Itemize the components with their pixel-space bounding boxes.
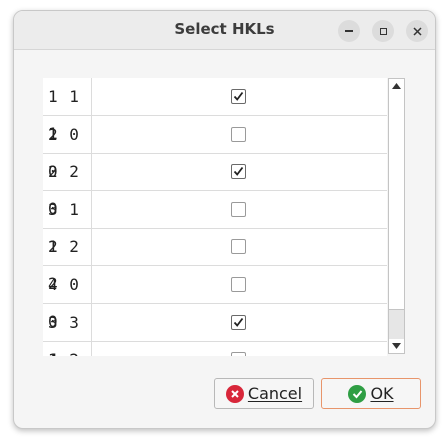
checkmark-icon (233, 167, 244, 177)
ok-check-icon (348, 384, 367, 403)
arrow-down-icon (392, 343, 401, 349)
select-hkls-dialog: Select HKLs 1 1 12 0 02 2 03 1 12 2 24 0… (13, 10, 436, 429)
hkl-checkbox[interactable] (231, 277, 246, 292)
table-row: 4 2 0 (43, 341, 387, 356)
checkbox-cell (92, 304, 387, 341)
checkbox-cell (92, 228, 387, 265)
hkl-checkbox[interactable] (231, 239, 246, 255)
table-row: 2 0 0 (43, 115, 387, 181)
close-icon (412, 26, 422, 36)
cancel-x-icon (225, 384, 244, 403)
minimize-button[interactable] (338, 20, 360, 42)
hkl-checkbox[interactable] (231, 201, 246, 217)
hkl-checkbox[interactable] (231, 352, 246, 356)
checkbox-cell (92, 153, 387, 190)
close-button[interactable] (406, 20, 428, 42)
table-row: 2 2 2 (43, 228, 387, 293)
table-row: 3 3 1 (43, 303, 387, 356)
scroll-down-button[interactable] (389, 339, 404, 353)
table-row: 4 0 0 (43, 266, 387, 331)
vertical-scrollbar[interactable] (388, 78, 405, 354)
hkl-label: 1 1 1 (43, 78, 92, 143)
table-row: 3 1 1 (43, 190, 387, 256)
cancel-label: Cancel (247, 384, 303, 403)
table-row: 1 1 1 (43, 78, 387, 143)
checkbox-cell (92, 191, 387, 228)
hkl-label: 3 1 1 (43, 190, 92, 256)
maximize-icon (379, 27, 387, 35)
hkl-table: 1 1 12 0 02 2 03 1 12 2 24 0 03 3 14 2 0 (43, 78, 387, 356)
hkl-label: 2 2 2 (43, 228, 92, 293)
hkl-checkbox[interactable] (231, 126, 246, 142)
hkl-checkbox[interactable] (231, 164, 246, 180)
maximize-button[interactable] (372, 20, 394, 42)
title-bar: Select HKLs (14, 11, 435, 50)
checkbox-cell (92, 78, 387, 115)
checkbox-cell (92, 341, 387, 356)
checkbox-cell (92, 116, 387, 153)
hkl-checkbox[interactable] (231, 314, 246, 330)
hkl-label: 4 0 0 (43, 266, 92, 331)
scroll-thumb[interactable] (389, 309, 404, 339)
arrow-up-icon (392, 83, 401, 89)
checkmark-icon (233, 91, 244, 101)
scroll-up-button[interactable] (389, 79, 404, 93)
cancel-button[interactable]: Cancel (214, 378, 314, 409)
hkl-label: 2 2 0 (43, 153, 92, 218)
minimize-icon (345, 30, 353, 32)
checkbox-cell (92, 266, 387, 303)
hkl-label: 2 0 0 (43, 115, 92, 181)
checkmark-icon (233, 317, 244, 327)
hkl-label: 3 3 1 (43, 303, 92, 356)
hkl-checkbox[interactable] (231, 89, 246, 104)
ok-button[interactable]: OK (321, 378, 421, 409)
table-row: 2 2 0 (43, 153, 387, 218)
ok-label: OK (370, 384, 394, 403)
hkl-label: 4 2 0 (43, 341, 92, 356)
